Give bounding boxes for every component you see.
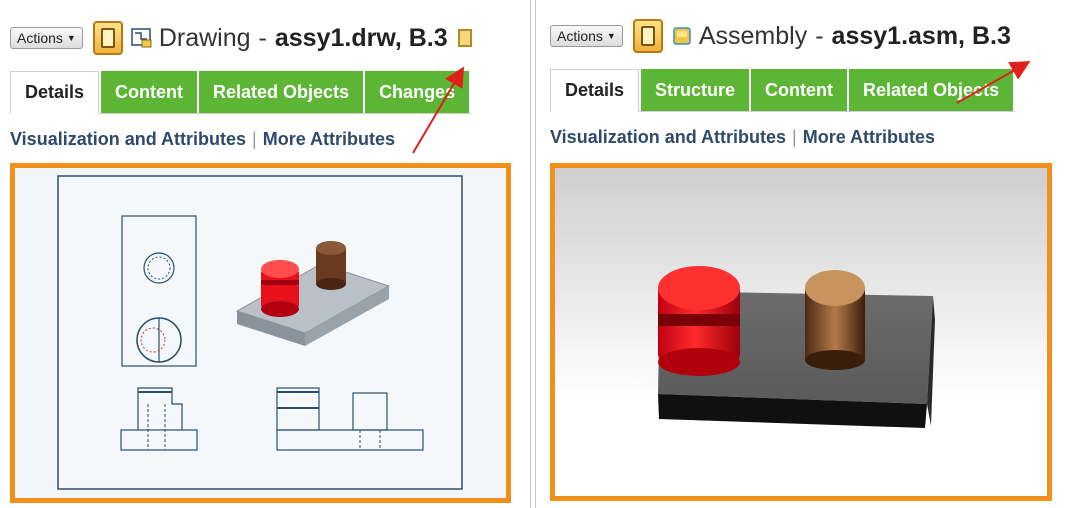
caret-down-icon: ▼ (66, 33, 76, 43)
actions-label: Actions (17, 30, 63, 46)
tab-content[interactable]: Content (751, 69, 848, 111)
more-attributes-link[interactable]: More Attributes (803, 127, 935, 147)
title-name: assy1.asm, B.3 (831, 21, 1011, 50)
tab-details[interactable]: Details (550, 69, 640, 112)
title-type: Drawing (158, 23, 251, 52)
actions-label: Actions (557, 28, 603, 44)
page-title: Drawing - assy1.drw, B.3 (159, 24, 448, 53)
assembly-model-image (658, 266, 935, 428)
actions-button[interactable]: Actions ▼ (550, 25, 623, 47)
tab-related-objects[interactable]: Related Objects (849, 69, 1014, 111)
actions-button[interactable]: Actions ▼ (10, 27, 83, 49)
panel-divider (530, 0, 536, 508)
assembly-3d-viewer[interactable] (550, 163, 1052, 501)
tab-details[interactable]: Details (10, 71, 100, 114)
assembly-icon (673, 27, 691, 45)
tab-changes[interactable]: Changes (365, 71, 470, 113)
object-info-icon[interactable] (632, 19, 663, 53)
assembly-panel: Actions ▼ Assembly - assy1.asm, B.3 Detail… (540, 0, 1074, 508)
more-attributes-link[interactable]: More Attributes (263, 129, 395, 149)
drawing-icon (131, 28, 152, 48)
visualization-link[interactable]: Visualization and Attributes (10, 129, 246, 149)
title-separator: - (815, 21, 824, 50)
drawing-sheet-image (57, 175, 463, 490)
sub-links: Visualization and Attributes | More Attrib… (10, 129, 396, 149)
document-icon[interactable] (457, 29, 472, 47)
object-info-icon[interactable] (92, 21, 123, 55)
caret-down-icon: ▼ (606, 31, 616, 41)
tab-related-objects[interactable]: Related Objects (199, 71, 364, 113)
drawing-thumbnail[interactable] (10, 163, 511, 503)
tab-bar: Details Content Related Objects Changes (10, 70, 472, 114)
visualization-link[interactable]: Visualization and Attributes (550, 127, 786, 147)
drawing-panel: Actions ▼ Drawing - assy1.drw, B.3 Details… (0, 0, 526, 508)
assembly-header: Actions ▼ Assembly - assy1.asm, B.3 (550, 16, 1011, 56)
page-title: Assembly - assy1.asm, B.3 (699, 22, 1011, 51)
title-name: assy1.drw, B.3 (274, 23, 448, 52)
tab-content[interactable]: Content (101, 71, 198, 113)
title-type: Assembly (698, 21, 808, 50)
title-separator: - (258, 23, 267, 52)
tab-bar: Details Structure Content Related Object… (550, 68, 1016, 112)
drawing-header: Actions ▼ Drawing - assy1.drw, B.3 (10, 18, 472, 58)
sub-links: Visualization and Attributes | More Attrib… (550, 127, 936, 147)
tab-structure[interactable]: Structure (641, 69, 750, 111)
